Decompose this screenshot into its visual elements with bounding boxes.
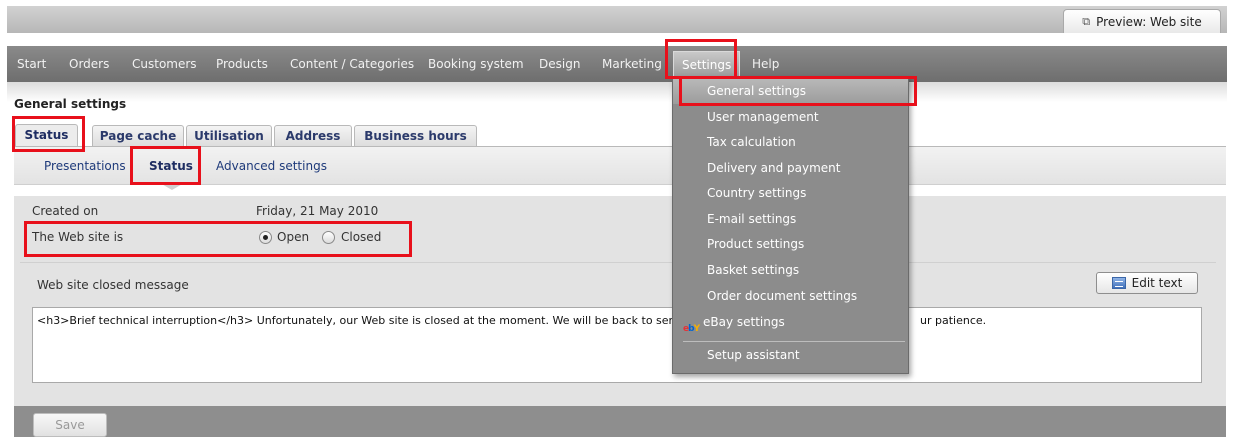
external-link-icon: ⧉ [1082,14,1091,28]
menu-item-general-settings[interactable]: General settings [673,79,908,104]
active-subtab-pointer [160,183,184,190]
tab-utilisation[interactable]: Utilisation [186,125,272,147]
radio-open-label[interactable]: Open [277,230,309,244]
menu-item-email-settings[interactable]: E-mail settings [673,207,908,232]
top-toolbar: ⧉ Preview: Web site [7,6,1227,33]
nav-item-products[interactable]: Products [216,46,268,82]
nav-item-marketing[interactable]: Marketing [602,46,662,82]
tab-business-hours[interactable]: Business hours [354,125,477,147]
edit-text-label: Edit text [1131,276,1183,290]
tab-status[interactable]: Status [15,124,78,148]
closed-message-text: <h3>Brief technical interruption</h3> Un… [37,314,680,327]
subtab-bar [14,147,1226,185]
created-on-value: Friday, 21 May 2010 [256,204,379,218]
menu-item-basket-settings[interactable]: Basket settings [673,258,908,283]
footer-bar [14,406,1226,437]
menu-item-ebay-label: eBay settings [703,315,785,329]
preview-website-button[interactable]: ⧉ Preview: Web site [1063,9,1221,33]
nav-item-start[interactable]: Start [17,46,46,82]
nav-item-content-categories[interactable]: Content / Categories [290,46,414,82]
edit-text-button[interactable]: Edit text [1096,272,1198,294]
menu-item-tax-calculation[interactable]: Tax calculation [673,130,908,155]
menu-separator [683,341,905,342]
nav-shadow [7,82,1227,102]
closed-message-text-end: ur patience. [920,314,987,327]
subtab-advanced-settings[interactable]: Advanced settings [216,159,327,173]
menu-item-setup-assistant[interactable]: Setup assistant [673,343,908,368]
text-editor-icon [1111,277,1126,289]
menu-item-delivery-and-payment[interactable]: Delivery and payment [673,156,908,181]
ebay-icon: ebY [683,324,700,334]
main-nav: Start Orders Customers Products Content … [7,46,1227,82]
subtab-presentations[interactable]: Presentations [44,159,126,173]
settings-dropdown-menu: General settings User management Tax cal… [672,76,909,374]
preview-website-label: Preview: Web site [1096,14,1202,29]
nav-item-booking-system[interactable]: Booking system [428,46,524,82]
menu-item-ebay-settings[interactable]: ebY eBay settings [673,310,908,335]
page-title: General settings [14,97,127,111]
closed-message-label: Web site closed message [37,278,189,292]
created-on-label: Created on [32,204,99,218]
section-divider [20,262,1216,263]
closed-message-textarea[interactable]: <h3>Brief technical interruption</h3> Un… [32,307,1202,383]
radio-closed-label[interactable]: Closed [341,230,381,244]
subtab-status[interactable]: Status [149,159,193,173]
tab-page-cache[interactable]: Page cache [92,125,184,147]
menu-item-product-settings[interactable]: Product settings [673,232,908,257]
menu-item-user-management[interactable]: User management [673,105,908,130]
radio-closed[interactable] [322,231,335,244]
menu-item-order-document-settings[interactable]: Order document settings [673,284,908,309]
tab-address[interactable]: Address [274,125,352,147]
radio-open[interactable] [259,231,272,244]
save-button[interactable]: Save [33,413,107,437]
website-status-label: The Web site is [32,230,124,244]
nav-item-settings[interactable]: Settings [673,51,741,77]
nav-item-design[interactable]: Design [539,46,580,82]
nav-item-orders[interactable]: Orders [69,46,109,82]
menu-item-country-settings[interactable]: Country settings [673,181,908,206]
nav-item-customers[interactable]: Customers [132,46,197,82]
